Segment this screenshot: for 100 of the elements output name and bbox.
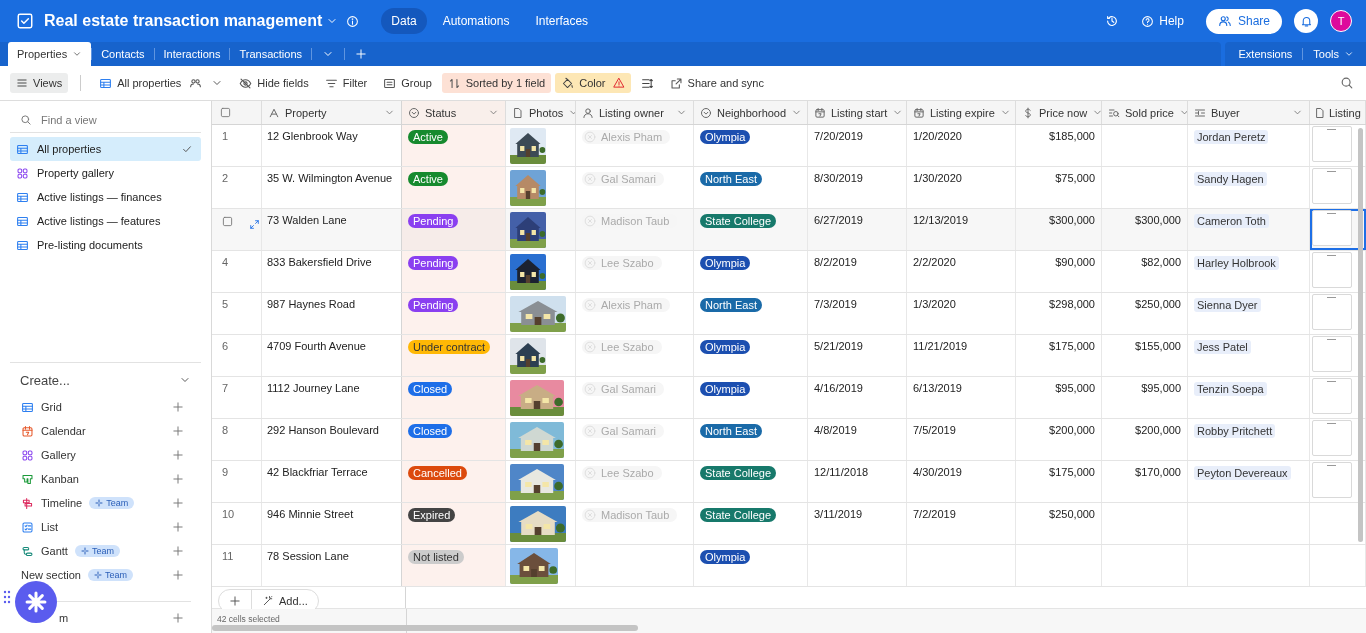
remove-icon (584, 467, 596, 479)
table-tab[interactable]: Contacts (92, 42, 154, 66)
search-field[interactable]: Find a view (39, 112, 179, 127)
linked-record-chip[interactable]: Sandy Hagen (1194, 172, 1267, 186)
linked-record-chip[interactable]: Harley Holbrook (1194, 256, 1279, 270)
add-icon[interactable] (172, 473, 184, 485)
linked-record-chip[interactable]: Tenzin Soepa (1194, 382, 1267, 396)
currency-icon (1022, 106, 1034, 119)
linked-record-chip[interactable]: Jess Patel (1194, 340, 1251, 354)
table-row[interactable]: 4 833 Bakersfield Drive Pending Lee Szabo Olympia 8/2/2019 2/2/2020 $90,000 $82,000 Harley Holbrook (212, 251, 1366, 293)
extensions-button[interactable]: Extensions (1238, 48, 1293, 60)
add-icon[interactable] (172, 497, 184, 509)
vertical-scrollbar[interactable] (1358, 128, 1363, 542)
horizontal-scrollbar[interactable] (212, 625, 638, 631)
price-text: $175,000 (1049, 340, 1095, 352)
column-header[interactable]: Sold price (1102, 101, 1188, 124)
column-header[interactable]: Buyer (1188, 101, 1310, 124)
file-thumbnail[interactable] (1312, 294, 1352, 330)
assistant-button[interactable] (15, 581, 57, 623)
linked-record-chip[interactable]: Sienna Dyer (1194, 298, 1261, 312)
file-thumbnail[interactable] (1312, 252, 1352, 288)
property-name: 4709 Fourth Avenue (267, 340, 366, 352)
add-icon[interactable] (172, 611, 184, 624)
file-thumbnail[interactable] (1312, 336, 1352, 372)
table-row[interactable]: 9 42 Blackfriar Terrace Cancelled Lee Szabo State College 12/11/2018 4/30/2019 $175,000 $170,000 Peyton Devereaux (212, 461, 1366, 503)
checkbox-icon[interactable] (220, 107, 231, 118)
view-item[interactable]: Active listings — features (10, 209, 201, 233)
nav-tab[interactable]: Interfaces (525, 8, 599, 34)
table-row[interactable]: 5 987 Haynes Road Pending Alexis Pham North East 7/3/2019 1/3/2020 $298,000 $250,000 Sienna Dyer (212, 293, 1366, 335)
table-tab[interactable]: Transactions (230, 42, 311, 66)
column-header[interactable]: Neighborhood (694, 101, 808, 124)
nav-tab[interactable]: Data (381, 8, 427, 34)
linked-record-chip[interactable]: Cameron Toth (1194, 214, 1269, 228)
history-icon[interactable] (1105, 14, 1120, 28)
views-button[interactable]: Views (10, 73, 69, 93)
column-header[interactable]: Listing expire (907, 101, 1016, 124)
property-name: 42 Blackfriar Terrace (267, 466, 368, 478)
table-row[interactable]: 8 292 Hanson Boulevard Closed Gal Samari North East 4/8/2019 7/5/2019 $200,000 $200,000 Robby Pritchett (212, 419, 1366, 461)
create-view-item[interactable]: Timeline (41, 497, 83, 509)
create-view-item[interactable]: Calendar (41, 425, 86, 437)
create-view-item[interactable]: m (59, 611, 69, 624)
table-tab[interactable]: Properties (8, 42, 92, 66)
gallery-icon (21, 448, 34, 462)
notifications-button[interactable] (1294, 9, 1318, 33)
table-row[interactable]: 1 12 Glenbrook Way Active Alexis Pham Olympia 7/20/2019 1/20/2020 $185,000 Jordan Peretz (212, 125, 1366, 167)
linked-record-chip[interactable]: Jordan Peretz (1194, 130, 1269, 144)
color-button[interactable]: Color (555, 73, 631, 93)
status-tag: Under contract (408, 340, 491, 354)
column-header[interactable]: Listing owner (576, 101, 694, 124)
search-icon[interactable] (1340, 76, 1354, 90)
table-row[interactable]: 7 1112 Journey Lane Closed Gal Samari Olympia 4/16/2019 6/13/2019 $95,000 $95,000 Tenzin Soepa (212, 377, 1366, 419)
add-icon[interactable] (172, 425, 184, 437)
file-thumbnail[interactable] (1312, 462, 1352, 498)
file-thumbnail[interactable] (1312, 378, 1352, 414)
sort-button[interactable]: Sorted by 1 field (441, 73, 552, 93)
add-icon[interactable] (172, 449, 184, 461)
share-button[interactable]: Share (1205, 8, 1282, 34)
view-item[interactable]: All properties (10, 137, 201, 161)
tools-button[interactable]: Tools (1313, 48, 1354, 60)
neighborhood-tag: Olympia (700, 256, 751, 270)
linked-record-chip[interactable]: Peyton Devereaux (1194, 466, 1291, 480)
column-header[interactable]: Price now (1016, 101, 1102, 124)
table-row[interactable]: 10 946 Minnie Street Expired Madison Taub State College 3/11/2019 7/2/2019 $250,000 (212, 503, 1366, 545)
hide-fields-button[interactable]: Hide fields (233, 73, 315, 93)
file-thumbnail[interactable] (1312, 420, 1352, 456)
table-row[interactable]: 11 78 Session Lane Not listed Olympia (212, 545, 1366, 587)
column-header[interactable]: Photos (506, 101, 576, 124)
filter-button[interactable]: Filter (318, 73, 374, 93)
help-button[interactable]: Help (1135, 13, 1190, 29)
expand-icon[interactable] (249, 219, 260, 230)
file-thumbnail[interactable] (1312, 126, 1352, 162)
section-label[interactable]: New section (21, 569, 81, 581)
view-item[interactable]: Active listings — finances (10, 185, 201, 209)
group-button[interactable]: Group (377, 73, 438, 93)
create-view-item[interactable]: Grid (41, 401, 62, 413)
column-header[interactable]: Listing start (808, 101, 907, 124)
column-header[interactable]: Status (402, 101, 506, 124)
create-view-item[interactable]: Gantt (41, 545, 68, 557)
table-row[interactable]: 73 Walden Lane Pending Madison Taub State College 6/27/2019 12/13/2019 $300,000 $300,000 Cameron Toth (212, 209, 1366, 251)
table-row[interactable]: 6 4709 Fourth Avenue Under contract Lee Szabo Olympia 5/21/2019 11/21/2019 $175,000 $155,000 Jess Patel (212, 335, 1366, 377)
create-view-item[interactable]: List (41, 521, 59, 533)
create-view-item[interactable]: Kanban (41, 473, 79, 485)
add-icon[interactable] (172, 401, 184, 413)
create-view-item[interactable]: Gallery (41, 449, 76, 461)
file-thumbnail[interactable] (1312, 168, 1352, 204)
add-icon[interactable] (172, 545, 184, 557)
nav-tab[interactable]: Automations (432, 8, 520, 34)
column-header[interactable]: Listing (1310, 101, 1366, 124)
checkbox-icon[interactable] (222, 216, 233, 227)
linked-record-chip[interactable]: Robby Pritchett (1194, 424, 1276, 438)
view-item[interactable]: Property gallery (10, 161, 201, 185)
share-sync-button[interactable]: Share and sync (663, 73, 770, 93)
add-icon[interactable] (172, 521, 184, 533)
view-item[interactable]: Pre-listing documents (10, 233, 201, 257)
user-avatar[interactable]: T (1330, 10, 1352, 32)
view-switcher[interactable]: All properties (93, 73, 230, 93)
add-table-icon[interactable] (355, 48, 367, 60)
table-tab[interactable]: Interactions (154, 42, 230, 66)
add-icon[interactable] (172, 569, 184, 581)
file-thumbnail[interactable] (1312, 210, 1352, 246)
